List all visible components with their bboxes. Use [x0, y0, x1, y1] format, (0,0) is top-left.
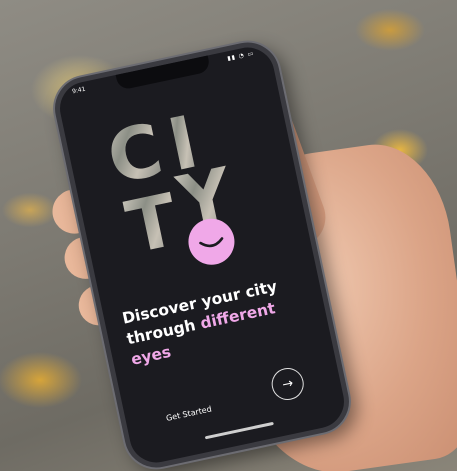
- phone: 9:41 ▮▮ ◔ ▭ C I T Y Discover your city t…: [49, 36, 355, 471]
- photo-background: 9:41 ▮▮ ◔ ▭ C I T Y Discover your city t…: [0, 0, 457, 471]
- get-started-link[interactable]: Get Started: [165, 404, 212, 422]
- logo-letter-t: T: [119, 178, 185, 263]
- city-logo: C I T Y: [100, 100, 240, 263]
- arrow-right-icon: →: [280, 375, 295, 393]
- smile-icon: [184, 214, 239, 270]
- home-indicator: [204, 421, 274, 440]
- phone-notch: [115, 53, 211, 91]
- headline: Discover your city through different eye…: [120, 270, 315, 370]
- status-icons: ▮▮ ◔ ▭: [226, 49, 255, 63]
- status-time: 9:41: [71, 85, 87, 96]
- next-button[interactable]: →: [268, 365, 307, 403]
